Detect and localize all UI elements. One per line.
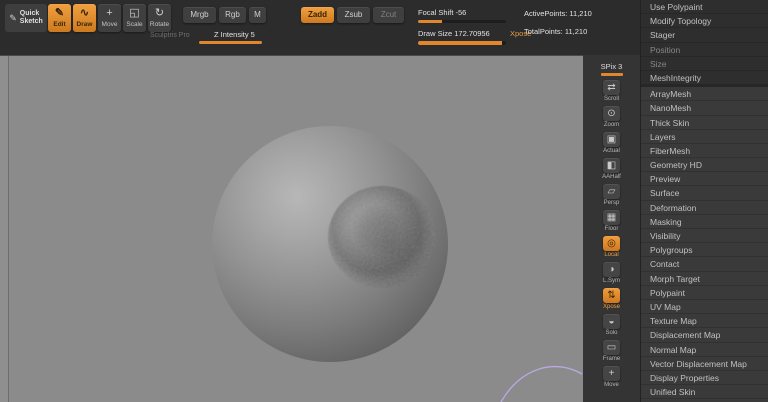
shelf-item-local[interactable]: ◎ Local: [583, 234, 640, 260]
focal-shift-slider-label: Focal Shift -56: [418, 8, 467, 17]
scale-button[interactable]: ◱ Scale: [123, 4, 146, 32]
shelf-item-floor[interactable]: ▦ Floor: [583, 208, 640, 234]
rotate-label: Rotate: [149, 21, 170, 28]
move-icon: +: [106, 7, 113, 19]
zcut-button[interactable]: Zcut: [373, 7, 404, 23]
frame-icon: ▭: [603, 340, 620, 355]
perspective-icon: ▱: [603, 184, 620, 199]
zoom-icon: ⊙: [603, 106, 620, 121]
rotate-icon: ↻: [154, 7, 165, 19]
scale-icon: ◱: [129, 7, 140, 19]
spix-slider[interactable]: SPix 3: [583, 55, 640, 76]
total-points-counter: TotalPoints: 11,210: [524, 27, 588, 36]
move-3d-icon: +: [603, 366, 620, 381]
shelf-item-lsym[interactable]: ◑ L.Sym: [583, 260, 640, 286]
tool-menu-item-surface[interactable]: Surface: [641, 186, 768, 201]
draw-label: Draw: [76, 21, 93, 28]
tool-menu-item-polypaint[interactable]: Polypaint: [641, 286, 768, 300]
local-symmetry-icon: ◎: [603, 236, 620, 251]
edit-label: Edit: [53, 21, 66, 28]
shelf-item-scroll[interactable]: ⇄ Scroll: [583, 78, 640, 104]
shelf-item-xpose[interactable]: ⇅ Xpose: [583, 286, 640, 312]
tool-menu-item-polygroups[interactable]: Polygroups: [641, 243, 768, 258]
tool-palette-panel: Use Polypaint Modify Topology Stager Pos…: [640, 0, 768, 402]
move-label: Move: [101, 21, 118, 28]
rgb-button[interactable]: Rgb: [219, 7, 246, 23]
xpose-icon: ⇅: [603, 288, 620, 303]
right-shelf: SPix 3 ⇄ Scroll ⊙ Zoom ▣ Actual ◧ AAHalf…: [583, 55, 640, 402]
quicksketch-button[interactable]: ✎ Quick Sketch: [5, 4, 47, 32]
quicksketch-label-line1: Quick: [19, 10, 40, 17]
tool-menu-item-vector-displacement-map[interactable]: Vector Displacement Map: [641, 357, 768, 371]
tool-menu-item-meshintegrity[interactable]: MeshIntegrity: [641, 71, 768, 86]
tool-menu-item-fibermesh[interactable]: FiberMesh: [641, 144, 768, 159]
tool-menu-item-geometry-hd[interactable]: Geometry HD: [641, 158, 768, 173]
focal-shift-slider[interactable]: [418, 20, 506, 23]
draw-size-slider[interactable]: [418, 41, 506, 45]
rotate-button[interactable]: ↻ Rotate: [148, 4, 171, 32]
crater-noise-texture: [328, 186, 436, 288]
active-points-counter: ActivePoints: 11,210: [524, 9, 592, 18]
draw-size-slider-label: Draw Size 172.70956: [418, 29, 490, 38]
floor-grid-icon: ▦: [603, 210, 620, 225]
tool-menu-item-preview[interactable]: Preview: [641, 172, 768, 187]
draw-button[interactable]: ∿ Draw: [73, 4, 96, 32]
shelf-item-persp[interactable]: ▱ Persp: [583, 182, 640, 208]
sculpted-crater-detail: [328, 186, 436, 288]
tool-menu-item-modify-topology[interactable]: Modify Topology: [641, 14, 768, 29]
tool-menu-item-use-polypaint[interactable]: Use Polypaint: [641, 0, 768, 15]
edit-button[interactable]: ✎ Edit: [48, 4, 71, 32]
shelf-item-zoom[interactable]: ⊙ Zoom: [583, 104, 640, 130]
z-intensity-slider[interactable]: [199, 41, 262, 44]
tool-menu-item-uv-map[interactable]: UV Map: [641, 300, 768, 315]
actual-size-icon: ▣: [603, 132, 620, 147]
tool-menu-item-morph-target[interactable]: Morph Target: [641, 272, 768, 286]
tool-menu-item-size[interactable]: Size: [641, 57, 768, 71]
quicksketch-label-line2: Sketch: [19, 18, 43, 25]
zadd-button[interactable]: Zadd: [301, 7, 334, 23]
tool-menu-item-layers[interactable]: Layers: [641, 130, 768, 144]
tool-menu-item-nanomesh[interactable]: NanoMesh: [641, 101, 768, 116]
tool-menu-item-thick-skin[interactable]: Thick Skin: [641, 116, 768, 130]
shelf-item-move-3d[interactable]: + Move: [583, 364, 640, 390]
tool-menu-item-arraymesh[interactable]: ArrayMesh: [641, 87, 768, 102]
tool-menu-item-display-properties[interactable]: Display Properties: [641, 371, 768, 386]
pencil-icon: ✎: [9, 12, 17, 23]
tool-menu-item-normal-map[interactable]: Normal Map: [641, 343, 768, 357]
z-intensity-slider-label: Z Intensity 5: [214, 30, 255, 39]
shelf-item-aahalf[interactable]: ◧ AAHalf: [583, 156, 640, 182]
scroll-icon: ⇄: [603, 80, 620, 95]
solo-icon: ◒: [603, 314, 620, 329]
tool-menu-item-deformation[interactable]: Deformation: [641, 201, 768, 215]
lsym-icon: ◑: [603, 262, 620, 277]
shelf-item-actual[interactable]: ▣ Actual: [583, 130, 640, 156]
tool-menu-item-texture-map[interactable]: Texture Map: [641, 314, 768, 329]
shelf-item-frame[interactable]: ▭ Frame: [583, 338, 640, 364]
scale-label: Scale: [126, 21, 143, 28]
tool-menu-item-contact[interactable]: Contact: [641, 257, 768, 272]
spix-slider-bar: [600, 73, 623, 76]
tool-menu-item-stager[interactable]: Stager: [641, 28, 768, 43]
tool-menu-item-masking[interactable]: Masking: [641, 215, 768, 229]
edit-icon: ✎: [54, 7, 65, 19]
draw-icon: ∿: [79, 7, 90, 19]
tool-menu-item-displacement-map[interactable]: Displacement Map: [641, 328, 768, 343]
spix-label: SPix 3: [600, 62, 623, 71]
zbrush-window: ✎ Quick Sketch ✎ Edit ∿ Draw + Move ◱ Sc…: [0, 0, 768, 402]
aahalf-icon: ◧: [603, 158, 620, 173]
document-canvas[interactable]: [0, 55, 583, 402]
mrgb-button[interactable]: Mrgb: [183, 7, 216, 23]
sculptris-pro-button[interactable]: Sculptris Pro: [150, 32, 190, 39]
shelf-item-solo[interactable]: ◒ Solo: [583, 312, 640, 338]
tool-palette-top-group: Use Polypaint Modify Topology Stager Pos…: [641, 0, 768, 86]
brush-stroke-preview-arc: [500, 366, 583, 402]
tool-menu-item-unified-skin[interactable]: Unified Skin: [641, 385, 768, 400]
move-button[interactable]: + Move: [98, 4, 121, 32]
zsub-button[interactable]: Zsub: [337, 7, 370, 23]
m-button[interactable]: M: [249, 7, 266, 23]
sculpt-sphere-model[interactable]: [212, 126, 448, 362]
tool-menu-item-position[interactable]: Position: [641, 43, 768, 57]
tool-menu-item-visibility[interactable]: Visibility: [641, 229, 768, 244]
